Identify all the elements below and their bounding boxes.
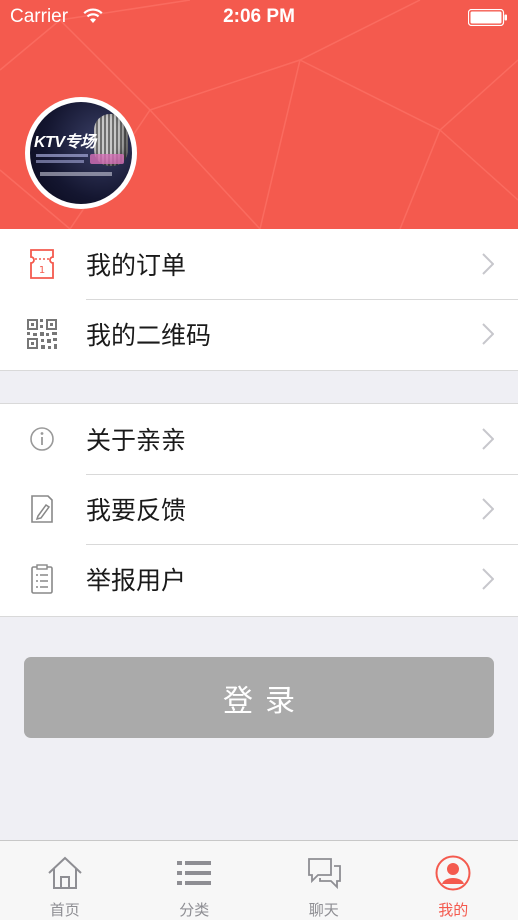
menu-item-feedback[interactable]: 我要反馈	[0, 474, 518, 544]
avatar-text-line	[36, 160, 84, 163]
avatar-highlight	[90, 154, 124, 164]
menu-item-about[interactable]: 关于亲亲	[0, 404, 518, 474]
qr-code-icon	[27, 319, 57, 349]
menu-item-label: 我要反馈	[86, 496, 187, 525]
menu-item-report-user[interactable]: 举报用户	[0, 544, 518, 614]
chat-icon	[307, 858, 341, 890]
chevron-right-icon	[482, 498, 494, 520]
ticket-icon: 1	[30, 249, 54, 279]
clipboard-icon	[31, 564, 53, 594]
avatar-title: KTV专场	[34, 134, 96, 151]
status-time: 2:06 PM	[223, 6, 295, 27]
avatar-text-line	[40, 172, 112, 176]
tab-label: 我的	[438, 901, 469, 919]
svg-text:1: 1	[39, 265, 45, 276]
menu-item-label: 我的二维码	[86, 321, 212, 350]
avatar-image: KTV专场	[30, 102, 132, 204]
menu-item-my-qr-code[interactable]: 我的二维码	[0, 299, 518, 369]
tab-chat[interactable]: 聊天	[259, 841, 389, 920]
status-bar: Carrier 2:06 PM	[0, 0, 518, 34]
tab-label: 分类	[179, 901, 210, 919]
profile-header: Carrier 2:06 PM KTV专场	[0, 0, 518, 229]
menu-item-my-orders[interactable]: 1 我的订单	[0, 229, 518, 299]
tab-mine[interactable]: 我的	[389, 841, 518, 920]
menu-item-label: 关于亲亲	[86, 426, 187, 455]
menu-item-label: 举报用户	[86, 566, 187, 595]
tab-label: 首页	[49, 901, 80, 919]
profile-icon	[435, 855, 471, 891]
menu-item-label: 我的订单	[86, 251, 187, 280]
chevron-right-icon	[482, 253, 494, 275]
list-icon	[177, 861, 212, 885]
tab-home[interactable]: 首页	[0, 841, 130, 920]
chevron-right-icon	[482, 323, 494, 345]
home-icon	[48, 856, 82, 889]
menu-group-misc: 关于亲亲 我要反馈 举报用户	[0, 403, 518, 617]
avatar-text-line	[36, 154, 88, 157]
battery-icon	[468, 9, 507, 26]
info-icon	[30, 427, 54, 451]
tab-category[interactable]: 分类	[130, 841, 260, 920]
feedback-pen-icon	[31, 495, 53, 523]
chevron-right-icon	[482, 428, 494, 450]
tab-bar: 首页 分类 聊天 我的	[0, 840, 518, 920]
login-button[interactable]: 登录	[24, 657, 494, 738]
avatar[interactable]: KTV专场	[25, 97, 137, 209]
chevron-right-icon	[482, 568, 494, 590]
menu-group-orders: 1 我的订单 我的二维码	[0, 229, 518, 371]
tab-label: 聊天	[308, 901, 339, 919]
